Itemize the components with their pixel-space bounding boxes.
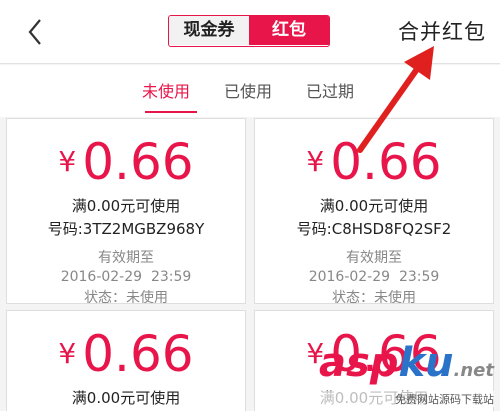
usage-condition: 满0.00元可使用 [319,197,429,215]
watermark-subtitle: 免费网站源码下载站 [319,391,494,407]
valid-until-label: 有效期至 [98,250,154,266]
amount-value: 0.66 [330,133,442,191]
coupon-status: 状态：未使用 [332,290,416,304]
amount-value: 0.66 [82,325,194,383]
tab-red-packet[interactable]: 红包 [249,16,329,45]
status-tabs: 未使用 已使用 已过期 [0,65,500,117]
usage-condition: 满0.00元可使用 [71,197,181,215]
valid-until-label: 有效期至 [346,250,402,266]
usage-condition: 满0.00元可使用 [71,389,181,407]
currency-symbol: ¥ [58,337,77,370]
red-packet-card[interactable]: ¥0.66 满0.00元可使用 [6,310,246,411]
coupon-status: 状态：未使用 [84,290,168,304]
red-packet-card[interactable]: ¥0.66 满0.00元可使用 号码:3TZ2MGBZ968Y 有效期至 201… [6,118,246,304]
merge-red-packets-button[interactable]: 合并红包 [398,16,486,46]
tab-expired[interactable]: 已过期 [306,78,354,102]
amount: ¥0.66 [255,133,493,193]
valid-until-date: 2016-02-29 23:59 [308,269,440,285]
chevron-left-icon[interactable] [22,16,50,48]
watermark-logo: aspku.net [319,340,494,386]
tab-unused[interactable]: 未使用 [142,78,190,102]
coupon-type-switch: 现金券 红包 [168,15,330,47]
valid-until-date: 2016-02-29 23:59 [60,269,192,285]
amount: ¥0.66 [7,325,245,385]
tab-cash-coupon[interactable]: 现金券 [169,16,249,45]
red-packet-card[interactable]: ¥0.66 满0.00元可使用 号码:C8HSD8FQ2SF2 有效期至 201… [254,118,494,304]
active-tab-indicator [145,111,197,113]
currency-symbol: ¥ [306,145,325,178]
coupon-code: 号码:C8HSD8FQ2SF2 [296,220,452,238]
currency-symbol: ¥ [58,145,77,178]
tab-used[interactable]: 已使用 [224,78,272,102]
site-watermark: aspku.net 免费网站源码下载站 [319,343,494,407]
amount-value: 0.66 [82,133,194,191]
amount: ¥0.66 [7,133,245,193]
top-bar: 现金券 红包 合并红包 [0,0,500,64]
coupon-code: 号码:3TZ2MGBZ968Y [47,220,205,238]
